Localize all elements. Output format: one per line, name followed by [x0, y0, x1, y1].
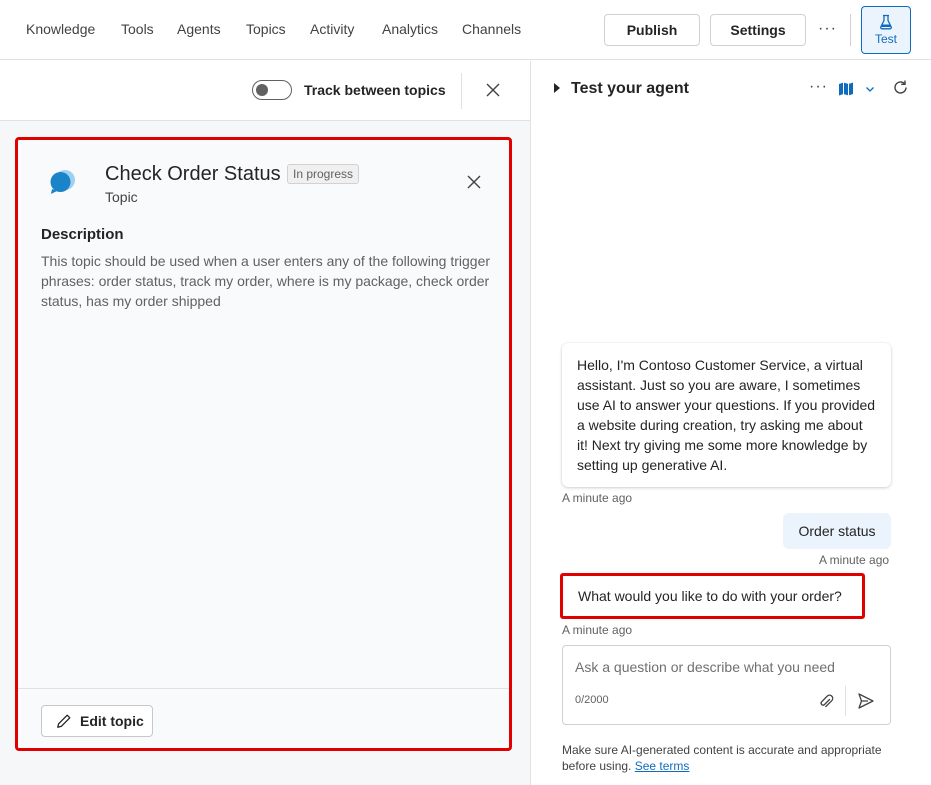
message-timestamp: A minute ago — [562, 623, 633, 637]
nav-item-knowledge[interactable]: Knowledge — [26, 21, 95, 37]
test-panel-title: Test your agent — [571, 80, 689, 97]
toolbar-divider — [461, 73, 462, 109]
test-button[interactable]: Test — [861, 6, 911, 54]
description-heading: Description — [41, 226, 124, 243]
chevron-down-icon[interactable] — [865, 84, 875, 94]
test-panel-more-button[interactable]: ··· — [809, 78, 828, 96]
test-button-label: Test — [874, 32, 897, 46]
topic-card: Check Order Status In progress Topic Des… — [15, 137, 512, 751]
test-agent-pane: Test your agent ··· Hello, I'm Contoso C… — [530, 61, 931, 785]
nav-item-tools[interactable]: Tools — [121, 21, 154, 37]
refresh-icon[interactable] — [892, 79, 909, 96]
more-options-button[interactable]: ··· — [818, 20, 837, 38]
edit-topic-button[interactable]: Edit topic — [41, 705, 153, 737]
topic-pane: Track between topics Check Order Status … — [0, 61, 530, 785]
card-footer-divider — [18, 688, 509, 689]
publish-button[interactable]: Publish — [604, 14, 700, 46]
topic-title: Check Order Status — [105, 163, 281, 185]
top-nav: Knowledge Tools Agents Topics Activity A… — [0, 0, 931, 60]
user-message: Order status — [783, 513, 891, 549]
topic-subtitle: Topic — [105, 189, 138, 205]
chat-input-box: 0/2000 — [562, 645, 891, 725]
track-topics-toggle[interactable] — [252, 80, 292, 100]
send-icon[interactable] — [857, 692, 875, 710]
disclaimer-text: Make sure AI-generated content is accura… — [562, 743, 882, 773]
paperclip-icon[interactable] — [818, 692, 834, 710]
collapse-caret-icon[interactable] — [553, 83, 561, 93]
description-text: This topic should be used when a user en… — [41, 253, 491, 309]
bot-message-highlighted: What would you like to do with your orde… — [560, 573, 865, 619]
nav-item-analytics[interactable]: Analytics — [382, 21, 438, 37]
edit-topic-label: Edit topic — [80, 713, 144, 729]
toggle-knob — [256, 84, 268, 96]
nav-item-agents[interactable]: Agents — [177, 21, 221, 37]
input-divider — [845, 686, 846, 716]
close-card-icon[interactable] — [466, 174, 482, 190]
message-timestamp: A minute ago — [562, 491, 633, 505]
pencil-icon — [57, 714, 71, 728]
nav-item-activity[interactable]: Activity — [310, 21, 354, 37]
settings-button[interactable]: Settings — [710, 14, 806, 46]
beaker-icon — [880, 14, 892, 30]
close-pane-icon[interactable] — [484, 81, 502, 99]
chat-bubbles-icon — [50, 170, 75, 194]
nav-item-channels[interactable]: Channels — [462, 21, 521, 37]
message-timestamp: A minute ago — [819, 553, 890, 567]
bot-message: Hello, I'm Contoso Customer Service, a v… — [562, 343, 891, 487]
map-icon[interactable] — [838, 81, 854, 97]
status-badge: In progress — [287, 164, 360, 184]
char-counter: 0/2000 — [575, 694, 609, 706]
nav-divider — [850, 14, 851, 46]
see-terms-link[interactable]: See terms — [635, 759, 690, 773]
ai-disclaimer: Make sure AI-generated content is accura… — [562, 742, 902, 774]
chat-input[interactable] — [575, 659, 875, 675]
topic-toolbar: Track between topics — [0, 61, 530, 121]
track-topics-label: Track between topics — [304, 82, 446, 98]
nav-item-topics[interactable]: Topics — [246, 21, 286, 37]
